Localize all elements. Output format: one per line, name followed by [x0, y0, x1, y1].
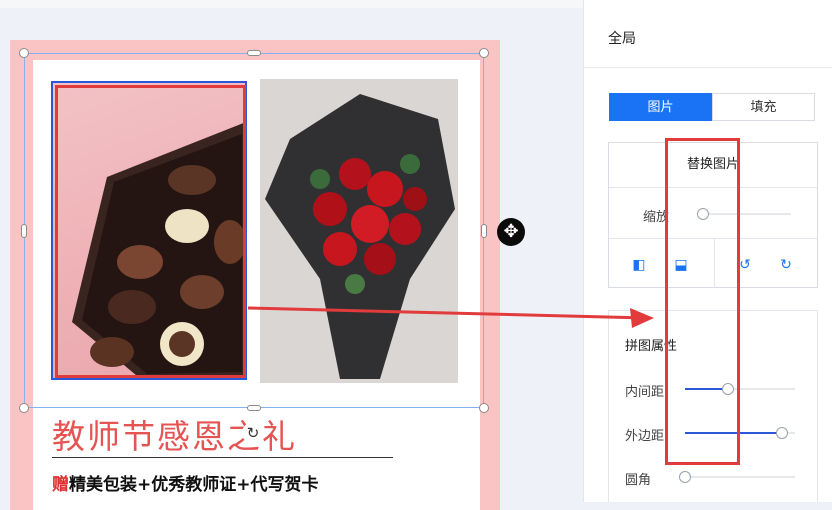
- annotation-arrow-icon: [247, 306, 654, 328]
